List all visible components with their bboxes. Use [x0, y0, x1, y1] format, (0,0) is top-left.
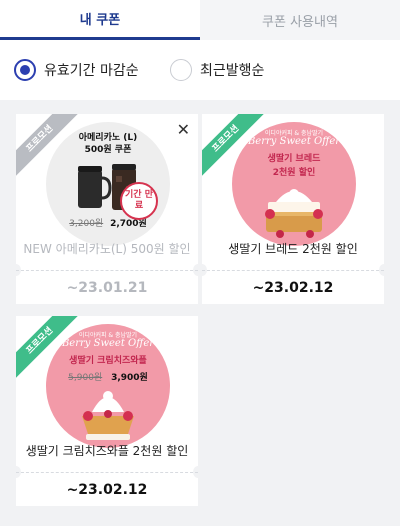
coupon-old-price: 3,200원 [69, 219, 104, 229]
sort-option-recent[interactable]: 최근발행순 [170, 59, 264, 81]
coupon-image: 아메리카노 (L) 500원 쿠폰 3,200원 2,700원 [46, 122, 170, 246]
strawberry-bread-icon [265, 189, 323, 238]
coupon-title: 생딸기 브레드 2천원 할인 [228, 242, 358, 256]
tab-my-coupons[interactable]: 내 쿠폰 [0, 0, 200, 40]
close-icon[interactable]: ✕ [177, 120, 190, 139]
coupon-image-brand: Berry Sweet Offer [247, 136, 341, 147]
coupon-image-subtitle: 500원 쿠폰 [84, 145, 132, 155]
coupon-image-text: 2천원 할인 [272, 168, 316, 178]
tab-coupon-history[interactable]: 쿠폰 사용내역 [200, 0, 400, 40]
coupon-body: 이디야커피 & 충남딸기 Berry Sweet Offer 생딸기 브레드 2… [202, 114, 384, 270]
coupon-image-text: 생딸기 브레드 [267, 154, 321, 164]
coupon-card[interactable]: 이디야커피 & 충남딸기 Berry Sweet Offer 생딸기 크림치즈와… [16, 316, 198, 506]
coupon-body: 이디야커피 & 충남딸기 Berry Sweet Offer 생딸기 크림치즈와… [16, 316, 198, 472]
coupon-expiry: ~23.02.12 [202, 270, 384, 304]
coupon-title: NEW 아메리카노(L) 500원 할인 [23, 242, 191, 256]
strawberry-waffle-icon [82, 391, 134, 440]
coupon-card[interactable]: 이디야커피 & 충남딸기 Berry Sweet Offer 생딸기 브레드 2… [202, 114, 384, 304]
sort-bar: 유효기간 마감순 최근발행순 [0, 40, 400, 100]
expired-badge: 기간 만료 [120, 182, 158, 220]
tab-bar: 내 쿠폰 쿠폰 사용내역 [0, 0, 400, 40]
radio-selected-icon [14, 59, 36, 81]
coupon-old-price: 5,900원 [68, 373, 103, 383]
coupon-expiry: ~23.01.21 [16, 270, 198, 304]
coupon-card[interactable]: 아메리카노 (L) 500원 쿠폰 3,200원 2,700원 기간 만료 프로… [16, 114, 198, 304]
radio-unselected-icon [170, 59, 192, 81]
coupon-image-brand: Berry Sweet Offer [61, 338, 155, 349]
coupon-image: 이디야커피 & 충남딸기 Berry Sweet Offer 생딸기 브레드 2… [232, 122, 356, 246]
coupon-image-text: 생딸기 크림치즈와플 [69, 356, 147, 366]
coupon-image-title: 아메리카노 (L) [78, 133, 138, 143]
coupon-image: 이디야커피 & 충남딸기 Berry Sweet Offer 생딸기 크림치즈와… [46, 324, 170, 448]
sort-option-label: 최근발행순 [200, 63, 265, 79]
coupon-new-price: 2,700원 [110, 219, 147, 229]
coupon-body: 아메리카노 (L) 500원 쿠폰 3,200원 2,700원 기간 만료 프로… [16, 114, 198, 270]
coupon-title: 생딸기 크림치즈와플 2천원 할인 [25, 444, 189, 458]
coupon-new-price: 3,900원 [111, 373, 148, 383]
coupon-expiry: ~23.02.12 [16, 472, 198, 506]
sort-option-label: 유효기간 마감순 [44, 63, 139, 79]
sort-option-expiry[interactable]: 유효기간 마감순 [14, 59, 139, 81]
